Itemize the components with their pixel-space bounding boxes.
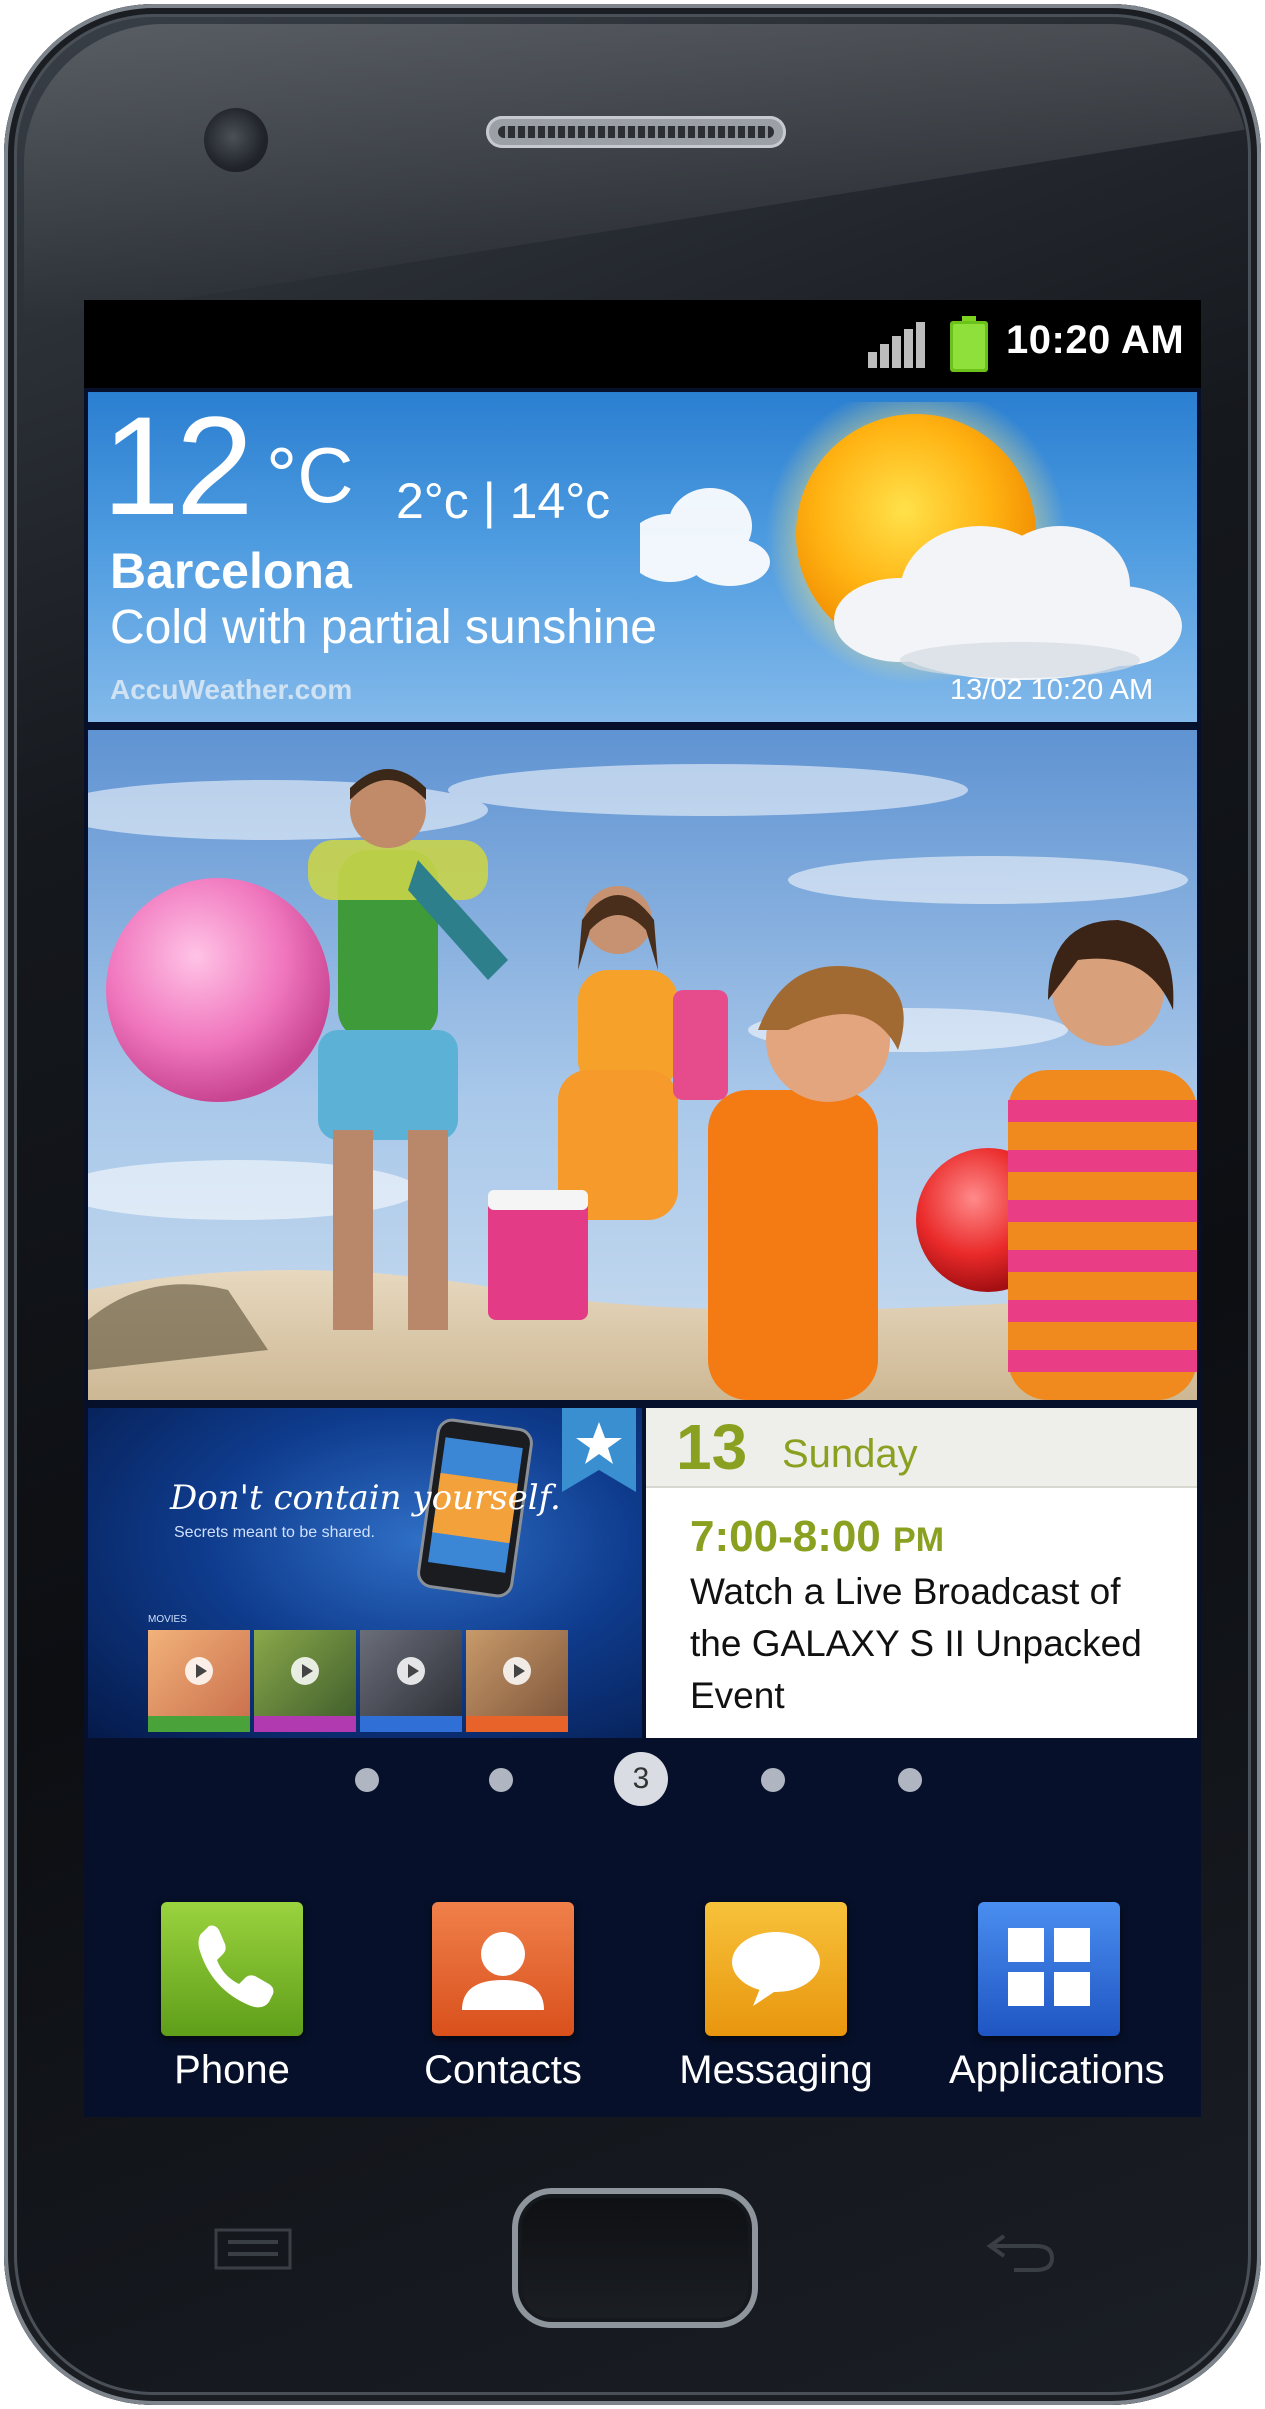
page-indicator: 3 xyxy=(84,1740,1201,1810)
star-badge-icon xyxy=(562,1408,636,1492)
video-thumbnail[interactable] xyxy=(360,1630,462,1732)
page-dot[interactable] xyxy=(355,1768,379,1792)
dock-label: Phone xyxy=(174,2048,290,2092)
play-icon xyxy=(185,1656,213,1685)
front-camera xyxy=(204,108,268,172)
event-time: 7:00-8:00 PM xyxy=(690,1512,944,1562)
calendar-date-header: 13 Sunday xyxy=(646,1408,1197,1488)
thumbnail-caption-bar xyxy=(466,1716,568,1732)
status-bar: 10:20 AM xyxy=(84,300,1201,388)
phone-gloss xyxy=(24,24,1249,324)
calendar-widget[interactable]: 13 Sunday 7:00-8:00 PM Watch a Live Broa… xyxy=(646,1408,1197,1738)
video-thumbnail[interactable] xyxy=(466,1630,568,1732)
calendar-day-number: 13 xyxy=(676,1411,748,1483)
dock-applications[interactable]: Applications xyxy=(949,1902,1165,2093)
galaxy-promo-widget[interactable]: Don't contain yourself. Secrets meant to… xyxy=(88,1408,642,1738)
thumbnail-caption-bar xyxy=(254,1716,356,1732)
page-dot-current[interactable]: 3 xyxy=(614,1752,668,1806)
temperature-unit: °C xyxy=(266,431,354,519)
dock-label: Messaging xyxy=(679,2048,873,2092)
promo-tagline: Don't contain yourself. xyxy=(170,1478,561,1518)
page-dot[interactable] xyxy=(489,1768,513,1792)
promo-video-thumbnails xyxy=(148,1630,568,1732)
home-screen: 10:20 AM 12 °C 2°c | 14°c Barcelona Cold… xyxy=(84,300,1201,2117)
weather-source-logo: AccuWeather.com xyxy=(110,674,353,705)
beach-family-photo xyxy=(88,730,1197,1400)
video-thumbnail[interactable] xyxy=(148,1630,250,1732)
home-button[interactable] xyxy=(512,2188,758,2328)
thumbnail-caption-bar xyxy=(360,1716,462,1732)
thumbnail-caption-bar xyxy=(148,1716,250,1732)
promo-subline: Secrets meant to be shared. xyxy=(174,1524,375,1541)
phone-icon xyxy=(161,1902,303,2036)
play-icon xyxy=(503,1656,531,1685)
current-temperature: 12 xyxy=(102,387,254,544)
page-dot[interactable] xyxy=(898,1768,922,1792)
page-dot[interactable] xyxy=(761,1768,785,1792)
dock-label: Applications xyxy=(949,2048,1165,2092)
dock-phone[interactable]: Phone xyxy=(132,1902,332,2093)
calendar-weekday: Sunday xyxy=(782,1432,918,1476)
dock-label: Contacts xyxy=(424,2048,582,2092)
contacts-icon xyxy=(432,1902,574,2036)
weather-description: Cold with partial sunshine xyxy=(110,601,657,654)
video-thumbnail[interactable] xyxy=(254,1630,356,1732)
status-clock: 10:20 AM xyxy=(1006,318,1185,362)
weather-widget[interactable]: 12 °C 2°c | 14°c Barcelona Cold with par… xyxy=(88,392,1197,722)
signal-strength-icon xyxy=(868,322,925,368)
temperature-range: 2°c | 14°c xyxy=(396,473,611,529)
messaging-icon xyxy=(705,1902,847,2036)
weather-city: Barcelona xyxy=(110,543,352,599)
dock-messaging[interactable]: Messaging xyxy=(676,1902,876,2093)
phone-device: 10:20 AM 12 °C 2°c | 14°c Barcelona Cold… xyxy=(4,4,1261,2405)
earpiece-speaker xyxy=(486,116,786,148)
promo-section-label: MOVIES xyxy=(148,1614,187,1625)
back-key-icon[interactable] xyxy=(984,2226,1058,2276)
play-icon xyxy=(291,1656,319,1685)
applications-icon xyxy=(978,1902,1120,2036)
event-time-range: 7:00-8:00 xyxy=(690,1512,881,1561)
event-time-ampm: PM xyxy=(893,1521,945,1559)
sun-cloud-icon xyxy=(640,402,1182,684)
event-title: Watch a Live Broadcast of the GALAXY S I… xyxy=(690,1571,1142,1716)
play-icon xyxy=(397,1656,425,1685)
battery-icon xyxy=(950,316,988,372)
weather-updated-time: 13/02 10:20 AM xyxy=(950,674,1154,706)
dock-contacts[interactable]: Contacts xyxy=(403,1902,603,2093)
photo-frame-widget[interactable] xyxy=(88,730,1197,1400)
menu-key-icon[interactable] xyxy=(214,2228,292,2270)
